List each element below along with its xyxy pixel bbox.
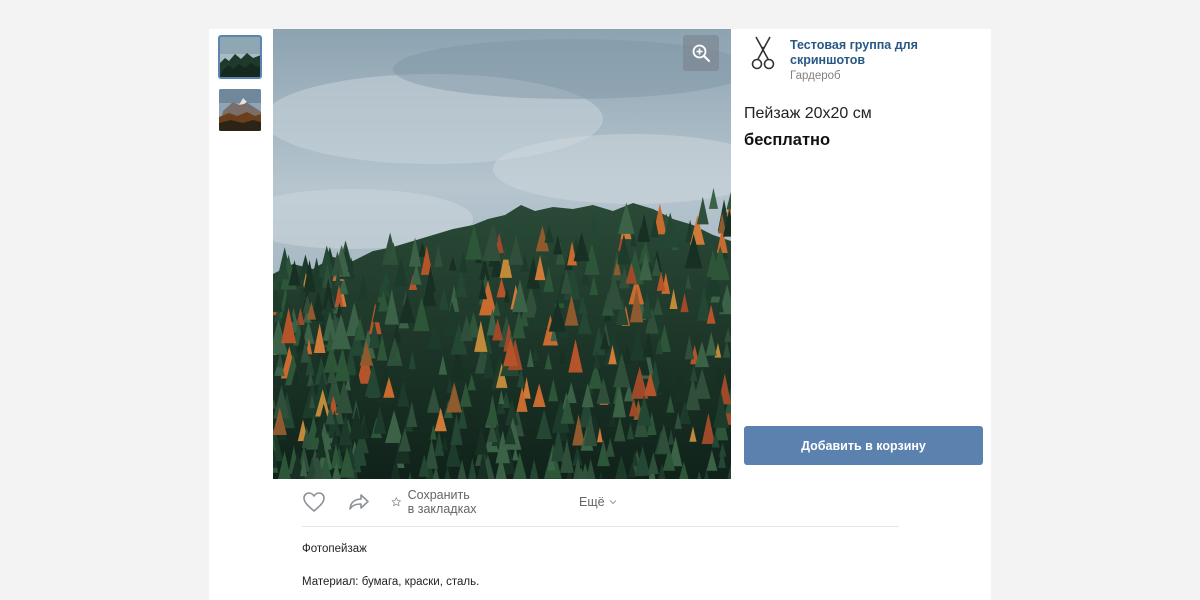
zoom-in-icon — [692, 44, 710, 62]
bookmark-button[interactable]: Сохранить в закладках — [391, 488, 479, 516]
share-arrow-icon — [349, 494, 369, 510]
add-to-cart-button[interactable]: Добавить в корзину — [744, 426, 983, 465]
group-logo[interactable] — [749, 35, 777, 71]
thumbnail-mountain[interactable] — [219, 89, 261, 131]
chevron-down-icon — [609, 500, 617, 505]
group-category: Гардероб — [790, 70, 841, 82]
description-title: Фотопейзаж — [302, 543, 367, 555]
product-photo[interactable] — [273, 29, 731, 479]
mountain-thumbnail-image — [219, 89, 261, 131]
group-name-link[interactable]: Тестовая группа для скриншотов — [790, 38, 970, 68]
like-button[interactable] — [302, 490, 326, 514]
forest-thumbnail-image — [219, 36, 261, 78]
bookmark-label: Сохранить в закладках — [407, 488, 477, 516]
description-material: Материал: бумага, краски, сталь. — [302, 576, 480, 588]
star-icon — [391, 497, 401, 507]
forest-landscape-image — [273, 29, 731, 479]
thumbnail-forest[interactable] — [218, 35, 262, 79]
share-button[interactable] — [347, 490, 371, 514]
product-title: Пейзаж 20х20 см — [744, 105, 872, 122]
divider — [302, 526, 899, 527]
product-price: бесплатно — [744, 131, 831, 149]
more-menu-button[interactable]: Ещё — [579, 490, 617, 514]
zoom-button[interactable] — [683, 35, 719, 71]
scissors-icon — [751, 36, 775, 70]
heart-icon — [303, 492, 325, 512]
more-label: Ещё — [579, 495, 605, 509]
product-page: Тестовая группа для скриншотов Гардероб … — [0, 0, 1200, 600]
